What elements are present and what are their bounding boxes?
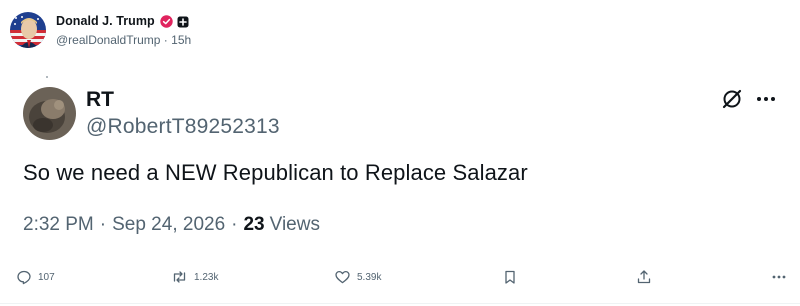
views-label: Views: [269, 214, 320, 235]
more-options-button[interactable]: [770, 264, 788, 290]
repost-icon: [171, 269, 188, 285]
reply-button[interactable]: 107: [16, 264, 55, 290]
divider: [0, 303, 800, 304]
share-icon: [636, 269, 652, 285]
author-name[interactable]: Donald J. Trump: [56, 14, 155, 28]
quoted-post-meta: 2:32 PM · Sep 24, 2026 · 23 Views: [23, 214, 320, 236]
meta-separator: ·: [99, 214, 107, 235]
quoted-author-handle[interactable]: @RobertT89252313: [86, 115, 280, 139]
author-handle[interactable]: @realDonaldTrump: [56, 33, 160, 47]
more-dots-icon: [770, 269, 788, 285]
post-date[interactable]: Sep 24, 2026: [112, 214, 225, 236]
post-header: Donald J. Trump @realDonaldTrump · 15h: [10, 12, 191, 50]
more-dots-icon[interactable]: [753, 88, 779, 110]
quoted-post-text: So we need a NEW Republican to Replace S…: [23, 160, 528, 185]
avatar[interactable]: [10, 12, 46, 48]
like-count: 5.39k: [357, 271, 382, 283]
quoted-avatar[interactable]: [23, 87, 76, 140]
bookmark-icon: [502, 269, 518, 285]
meta-separator: ·: [163, 33, 168, 47]
divider-dot: [46, 76, 48, 78]
reply-icon: [16, 269, 32, 285]
action-bar: 107 1.23k 5.39k: [0, 264, 800, 290]
grok-icon[interactable]: [721, 88, 743, 110]
repost-count: 1.23k: [194, 271, 219, 283]
meta-separator: ·: [231, 214, 238, 235]
repost-button[interactable]: 1.23k: [171, 264, 218, 290]
quoted-author-name[interactable]: RT: [86, 88, 114, 112]
bookmark-button[interactable]: [502, 264, 518, 290]
share-button[interactable]: [636, 264, 652, 290]
post-time[interactable]: 2:32 PM: [23, 214, 94, 236]
heart-icon: [334, 269, 351, 285]
reply-count: 107: [38, 271, 55, 283]
like-button[interactable]: 5.39k: [334, 264, 381, 290]
post-time-ago[interactable]: 15h: [171, 33, 191, 47]
views-count: 23: [243, 214, 265, 235]
affiliate-badge-icon: [177, 15, 189, 28]
verified-check-icon: [159, 14, 173, 28]
